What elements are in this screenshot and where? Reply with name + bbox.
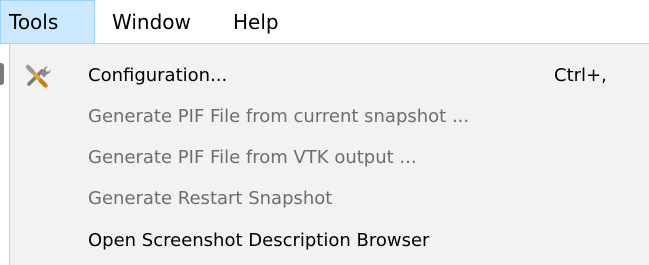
menu-item-generate-pif-current-snapshot: Generate PIF File from current snapshot …	[10, 97, 649, 137]
menu-item-label: Open Screenshot Description Browser	[88, 230, 430, 251]
menu-item-label: Generate PIF File from current snapshot …	[88, 106, 470, 127]
menu-item-generate-restart-snapshot: Generate Restart Snapshot	[10, 179, 649, 219]
menu-item-shortcut: Ctrl+,	[554, 65, 607, 86]
tools-dropdown-menu: Configuration... Ctrl+, Generate PIF Fil…	[9, 43, 649, 265]
menu-window[interactable]: Window	[112, 0, 212, 44]
menu-item-generate-pif-vtk-output: Generate PIF File from VTK output ...	[10, 138, 649, 178]
menu-item-label: Generate PIF File from VTK output ...	[88, 147, 417, 168]
menu-bar: Tools Window Help	[0, 0, 649, 44]
menu-item-label: Configuration...	[88, 65, 228, 86]
tools-icon	[25, 64, 51, 88]
window-edge-fragment	[0, 63, 4, 85]
menu-tools[interactable]: Tools	[0, 0, 95, 44]
menu-help[interactable]: Help	[233, 0, 293, 44]
menu-item-label: Generate Restart Snapshot	[88, 188, 333, 209]
menu-item-open-screenshot-description-browser[interactable]: Open Screenshot Description Browser	[10, 221, 649, 261]
menu-item-configuration[interactable]: Configuration... Ctrl+,	[10, 56, 649, 96]
